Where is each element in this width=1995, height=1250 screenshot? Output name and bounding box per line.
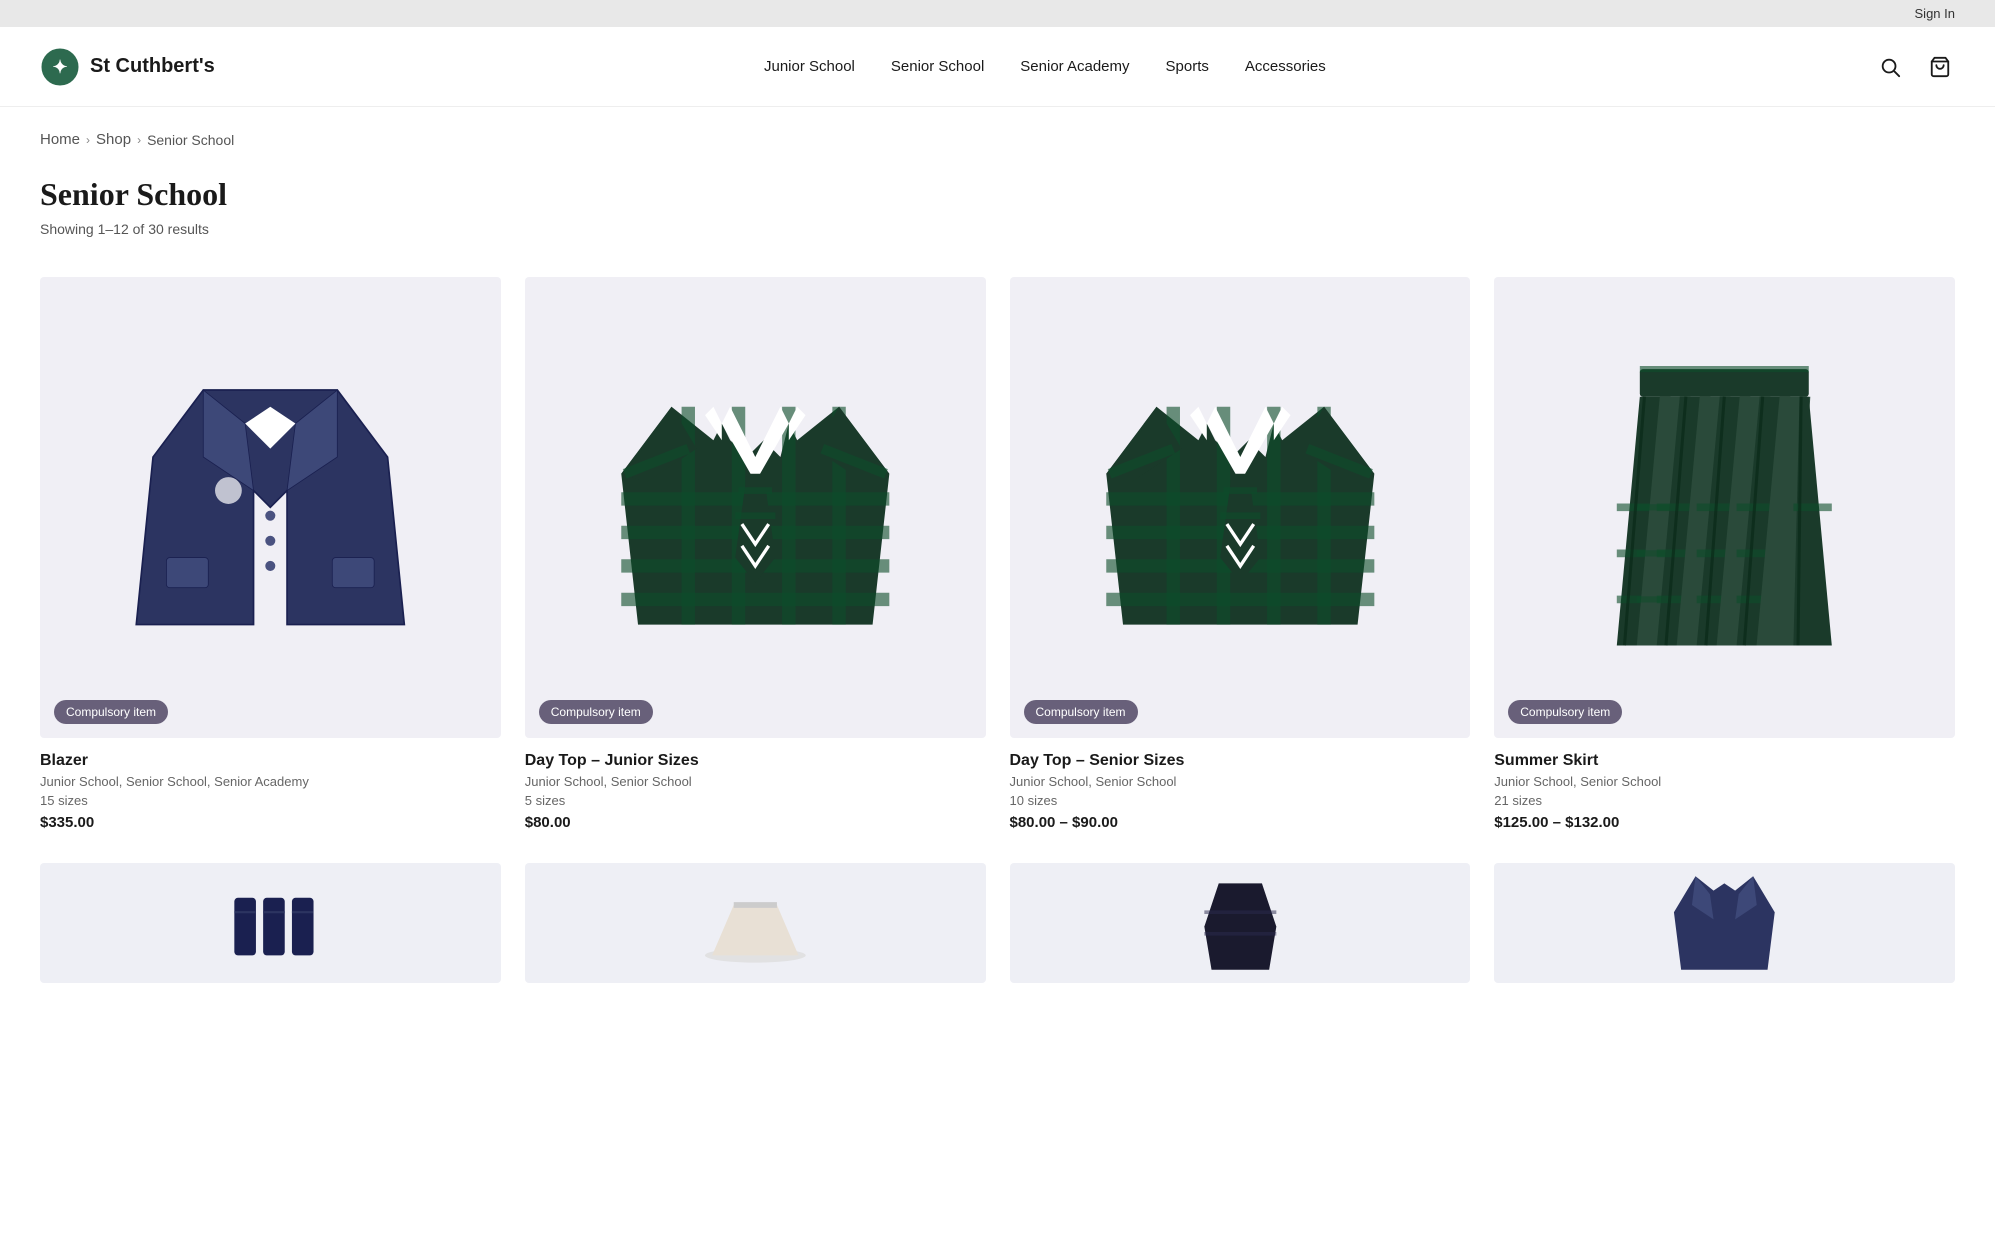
logo-link[interactable]: ✦ St Cuthbert's bbox=[40, 47, 215, 87]
day-top-junior-image bbox=[571, 323, 940, 692]
product-badge-day-top-junior: Compulsory item bbox=[539, 700, 653, 724]
product-categories-day-top-senior: Junior School, Senior School bbox=[1010, 774, 1471, 789]
product-card-bottom-2[interactable] bbox=[525, 863, 986, 983]
breadcrumb-sep-1: › bbox=[86, 133, 90, 147]
product-sizes-day-top-junior: 5 sizes bbox=[525, 793, 986, 808]
product-badge-summer-skirt: Compulsory item bbox=[1508, 700, 1622, 724]
product-name-summer-skirt: Summer Skirt bbox=[1494, 752, 1955, 770]
day-top-senior-image bbox=[1056, 323, 1425, 692]
product-image-summer-skirt: Compulsory item bbox=[1494, 277, 1955, 738]
svg-text:✦: ✦ bbox=[52, 57, 67, 77]
nav-accessories[interactable]: Accessories bbox=[1245, 58, 1326, 75]
search-button[interactable] bbox=[1875, 52, 1905, 82]
main-nav: Junior School Senior School Senior Acade… bbox=[764, 58, 1326, 75]
header-icons bbox=[1875, 52, 1955, 82]
product-card-bottom-1[interactable] bbox=[40, 863, 501, 983]
product-price-day-top-junior: $80.00 bbox=[525, 814, 986, 831]
product-grid: Compulsory item Blazer Junior School, Se… bbox=[0, 245, 1995, 863]
product-card-summer-skirt[interactable]: Compulsory item Summer Skirt Junior Scho… bbox=[1494, 277, 1955, 831]
summer-skirt-image bbox=[1540, 323, 1909, 692]
breadcrumb-home[interactable]: Home bbox=[40, 131, 80, 148]
bottom-item-3-image bbox=[1033, 869, 1448, 977]
product-sizes-blazer: 15 sizes bbox=[40, 793, 501, 808]
cart-icon bbox=[1929, 56, 1951, 78]
product-image-day-top-senior: Compulsory item bbox=[1010, 277, 1471, 738]
product-image-day-top-junior: Compulsory item bbox=[525, 277, 986, 738]
product-sizes-day-top-senior: 10 sizes bbox=[1010, 793, 1471, 808]
bottom-item-2-image bbox=[548, 869, 963, 977]
product-card-bottom-3[interactable] bbox=[1010, 863, 1471, 983]
product-name-day-top-senior: Day Top – Senior Sizes bbox=[1010, 752, 1471, 770]
product-price-day-top-senior: $80.00 – $90.00 bbox=[1010, 814, 1471, 831]
product-card-day-top-junior[interactable]: Compulsory item Day Top – Junior Sizes J… bbox=[525, 277, 986, 831]
logo-icon: ✦ bbox=[40, 47, 80, 87]
breadcrumb-current: Senior School bbox=[147, 132, 234, 148]
bottom-item-4-image bbox=[1517, 869, 1932, 977]
product-card-bottom-4[interactable] bbox=[1494, 863, 1955, 983]
site-header: ✦ St Cuthbert's Junior School Senior Sch… bbox=[0, 27, 1995, 107]
cart-button[interactable] bbox=[1925, 52, 1955, 82]
product-image-bottom-4 bbox=[1494, 863, 1955, 983]
product-price-summer-skirt: $125.00 – $132.00 bbox=[1494, 814, 1955, 831]
nav-sports[interactable]: Sports bbox=[1166, 58, 1209, 75]
blazer-image bbox=[86, 323, 455, 692]
top-bar: Sign In bbox=[0, 0, 1995, 27]
signin-link[interactable]: Sign In bbox=[1915, 6, 1955, 21]
product-categories-blazer: Junior School, Senior School, Senior Aca… bbox=[40, 774, 501, 789]
search-icon bbox=[1879, 56, 1901, 78]
product-badge-blazer: Compulsory item bbox=[54, 700, 168, 724]
results-count: Showing 1–12 of 30 results bbox=[40, 221, 1955, 237]
breadcrumb-sep-2: › bbox=[137, 133, 141, 147]
product-badge-day-top-senior: Compulsory item bbox=[1024, 700, 1138, 724]
product-card-blazer[interactable]: Compulsory item Blazer Junior School, Se… bbox=[40, 277, 501, 831]
product-image-blazer: Compulsory item bbox=[40, 277, 501, 738]
product-grid-bottom bbox=[0, 863, 1995, 1023]
product-card-day-top-senior[interactable]: Compulsory item Day Top – Senior Sizes J… bbox=[1010, 277, 1471, 831]
bottom-item-1-image bbox=[63, 869, 478, 977]
product-categories-day-top-junior: Junior School, Senior School bbox=[525, 774, 986, 789]
product-sizes-summer-skirt: 21 sizes bbox=[1494, 793, 1955, 808]
product-name-day-top-junior: Day Top – Junior Sizes bbox=[525, 752, 986, 770]
product-image-bottom-2 bbox=[525, 863, 986, 983]
logo-text: St Cuthbert's bbox=[90, 55, 215, 78]
nav-junior-school[interactable]: Junior School bbox=[764, 58, 855, 75]
breadcrumb-shop[interactable]: Shop bbox=[96, 131, 131, 148]
product-price-blazer: $335.00 bbox=[40, 814, 501, 831]
nav-senior-school[interactable]: Senior School bbox=[891, 58, 984, 75]
nav-senior-academy[interactable]: Senior Academy bbox=[1020, 58, 1129, 75]
page-title: Senior School bbox=[40, 176, 1955, 213]
breadcrumb: Home › Shop › Senior School bbox=[0, 107, 1995, 148]
product-categories-summer-skirt: Junior School, Senior School bbox=[1494, 774, 1955, 789]
page-header: Senior School Showing 1–12 of 30 results bbox=[0, 148, 1995, 245]
product-name-blazer: Blazer bbox=[40, 752, 501, 770]
product-image-bottom-1 bbox=[40, 863, 501, 983]
product-image-bottom-3 bbox=[1010, 863, 1471, 983]
